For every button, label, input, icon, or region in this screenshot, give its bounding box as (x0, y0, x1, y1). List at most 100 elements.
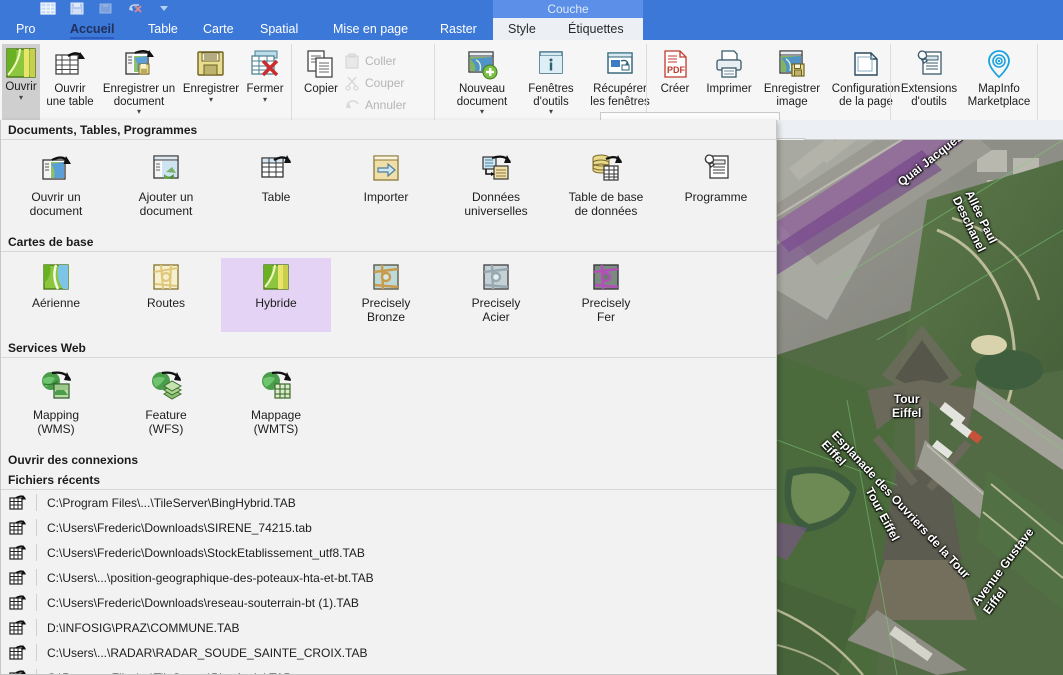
ribbon-button-label: Ouvrir une table (46, 83, 93, 108)
recent-file-row[interactable]: C:\Users\Frederic\Downloads\reseau-soute… (1, 590, 776, 615)
tile-importer[interactable]: Importer (331, 146, 441, 226)
ribbon-button-ouvrir[interactable]: Ouvrir ▾ (2, 44, 40, 120)
tab-carte[interactable]: Carte (195, 18, 242, 40)
tab-spatial[interactable]: Spatial (252, 18, 306, 40)
ribbon-button-creer[interactable]: PDF Créer (651, 44, 699, 120)
section-tiles-cartes-de-base[interactable]: Aérienne Routes Hybride Precisely Bronze (1, 252, 776, 338)
tile-precisely-acier[interactable]: Precisely Acier (441, 258, 551, 332)
info-window-icon (535, 48, 567, 80)
tile-donnees-universelles[interactable]: Données universelles (441, 146, 551, 226)
tile-label: Importer (364, 191, 409, 205)
precisely-bronze-icon (373, 264, 399, 290)
ribbon-button-nouveau-document[interactable]: Nouveau document ▾ (444, 44, 520, 120)
chevron-down-icon[interactable]: ▾ (137, 109, 141, 115)
tab-mise-en-page[interactable]: Mise en page (325, 18, 416, 40)
ribbon-button-mapinfo-marketplace[interactable]: MapInfo Marketplace (963, 44, 1035, 120)
tile-hybride[interactable]: Hybride (221, 258, 331, 332)
tab-table[interactable]: Table (140, 18, 186, 40)
table-grid-icon (260, 152, 292, 184)
ribbon-button-label: Fenêtres d'outils (528, 83, 573, 108)
tile-precisely-bronze[interactable]: Precisely Bronze (331, 258, 441, 332)
open-table-icon (54, 48, 86, 80)
ribbon-button-couper[interactable]: Couper (344, 72, 404, 93)
tile-routes[interactable]: Routes (111, 258, 221, 332)
recent-file-row[interactable]: C:\Users\Frederic\Downloads\SIRENE_74215… (1, 515, 776, 540)
table-icon[interactable] (40, 1, 56, 16)
customize-qat-icon[interactable] (156, 1, 172, 16)
ribbon-button-imprimer[interactable]: Imprimer (699, 44, 759, 120)
tab-accueil[interactable]: Accueil (62, 18, 122, 40)
recent-file-path: C:\Users\Frederic\Downloads\reseau-soute… (47, 596, 359, 610)
tab-style[interactable]: Style (500, 18, 544, 40)
section-title-ouvrir-connexions[interactable]: Ouvrir des connexions (1, 450, 776, 470)
recent-file-path: C:\Users\...\position-geographique-des-p… (47, 571, 374, 585)
recent-file-row[interactable]: C:\Users\...\position-geographique-des-p… (1, 565, 776, 590)
database-table-icon (590, 152, 622, 184)
ribbon-button-coller[interactable]: Coller (344, 50, 396, 71)
section-title-services-web: Services Web (1, 338, 776, 358)
tile-table-base-donnees[interactable]: Table de base de données (551, 146, 661, 226)
recent-file-row[interactable]: C:\Users\...\RADAR\RADAR_SOUDE_SAINTE_CR… (1, 640, 776, 665)
tile-precisely-fer[interactable]: Precisely Fer (551, 258, 661, 332)
tile-programme[interactable]: Programme (661, 146, 771, 226)
map-window[interactable]: Quai Jacques ChiracAllée Paul DeschanelT… (777, 140, 1063, 675)
quick-access-toolbar[interactable] (40, 1, 172, 16)
recent-file-row[interactable]: C:\Users\Frederic\Downloads\StockEtablis… (1, 540, 776, 565)
open-dropdown-panel[interactable]: Documents, Tables, Programmes Ouvrir un … (0, 120, 777, 675)
hybrid-map-icon (6, 48, 36, 78)
ribbon-button-extensions-outils[interactable]: Extensions d'outils (895, 44, 963, 120)
tile-ouvrir-un-document[interactable]: Ouvrir un document (1, 146, 111, 226)
save-icon[interactable] (69, 1, 85, 16)
row-divider (36, 669, 37, 675)
ribbon-button-copier[interactable]: Copier (294, 44, 348, 120)
ribbon-button-label: Créer (661, 83, 690, 96)
cut-scissors-icon (344, 75, 360, 91)
tile-mappage-wmts[interactable]: Mappage (WMTS) (221, 364, 331, 444)
tile-mapping-wms[interactable]: Mapping (WMS) (1, 364, 111, 444)
tab-raster[interactable]: Raster (432, 18, 485, 40)
ribbon-button-enregistrer[interactable]: Enregistrer ▾ (180, 44, 242, 120)
recent-file-row[interactable]: C:\Program Files\...\TileServer\BingAeri… (1, 665, 776, 675)
section-title-documents: Documents, Tables, Programmes (1, 120, 776, 140)
ribbon-button-fermer[interactable]: Fermer ▾ (240, 44, 290, 120)
tile-aerienne[interactable]: Aérienne (1, 258, 111, 332)
ribbon-button-enregistrer-image[interactable]: Enregistrer image (759, 44, 825, 120)
tile-ajouter-un-document[interactable]: Ajouter un document (111, 146, 221, 226)
row-divider (36, 644, 37, 661)
ribbon-button-label: Annuler (365, 98, 406, 112)
chevron-down-icon[interactable]: ▾ (480, 109, 484, 115)
tile-feature-wfs[interactable]: Feature (WFS) (111, 364, 221, 444)
ribbon-button-recuperer-fenetres[interactable]: Récupérer les fenêtres (585, 44, 655, 120)
chevron-down-icon[interactable]: ▾ (549, 109, 553, 115)
recent-files-list[interactable]: C:\Program Files\...\TileServer\BingHybr… (1, 490, 776, 675)
tab-pro[interactable]: Pro (8, 18, 43, 40)
ribbon-button-label: Fermer (246, 83, 283, 96)
tab-tiquettes[interactable]: Étiquettes (560, 18, 632, 40)
ribbon-button-ouvrir-une-table[interactable]: Ouvrir une table (42, 44, 98, 120)
wms-globe-icon (40, 370, 72, 402)
save-image-icon (776, 48, 808, 80)
tile-label: Ouvrir un document (30, 191, 83, 218)
wmts-globe-icon (260, 370, 292, 402)
mapinfo-pro-window: Couche ProAccueilTableCarteSpatialMise e… (0, 0, 1063, 675)
tile-label: Feature (WFS) (145, 409, 186, 436)
recent-file-row[interactable]: D:\INFOSIG\PRAZ\COMMUNE.TAB (1, 615, 776, 640)
chevron-down-icon[interactable]: ▾ (263, 97, 267, 103)
undo-icon[interactable] (127, 1, 143, 16)
recent-file-row[interactable]: C:\Program Files\...\TileServer\BingHybr… (1, 490, 776, 515)
ribbon-button-enregistrer-document[interactable]: Enregistrer un document ▾ (100, 44, 178, 120)
tile-label: Mappage (WMTS) (251, 409, 301, 436)
add-document-icon (150, 152, 182, 184)
section-tiles-services-web[interactable]: Mapping (WMS) Feature (WFS) Mappage (WMT… (1, 358, 776, 450)
chevron-down-icon[interactable]: ▾ (19, 95, 23, 101)
tile-label: Precisely Acier (472, 297, 521, 324)
save-as-icon[interactable] (98, 1, 114, 16)
ribbon-button-fenetres-outils[interactable]: Fenêtres d'outils ▾ (520, 44, 582, 120)
tile-table[interactable]: Table (221, 146, 331, 226)
row-divider (36, 619, 37, 636)
tile-label: Precisely Bronze (362, 297, 411, 324)
ribbon-button-annuler[interactable]: Annuler (344, 94, 406, 115)
hybrid-map-icon (263, 264, 289, 290)
chevron-down-icon[interactable]: ▾ (209, 97, 213, 103)
section-tiles-documents[interactable]: Ouvrir un document Ajouter un document T… (1, 140, 776, 232)
